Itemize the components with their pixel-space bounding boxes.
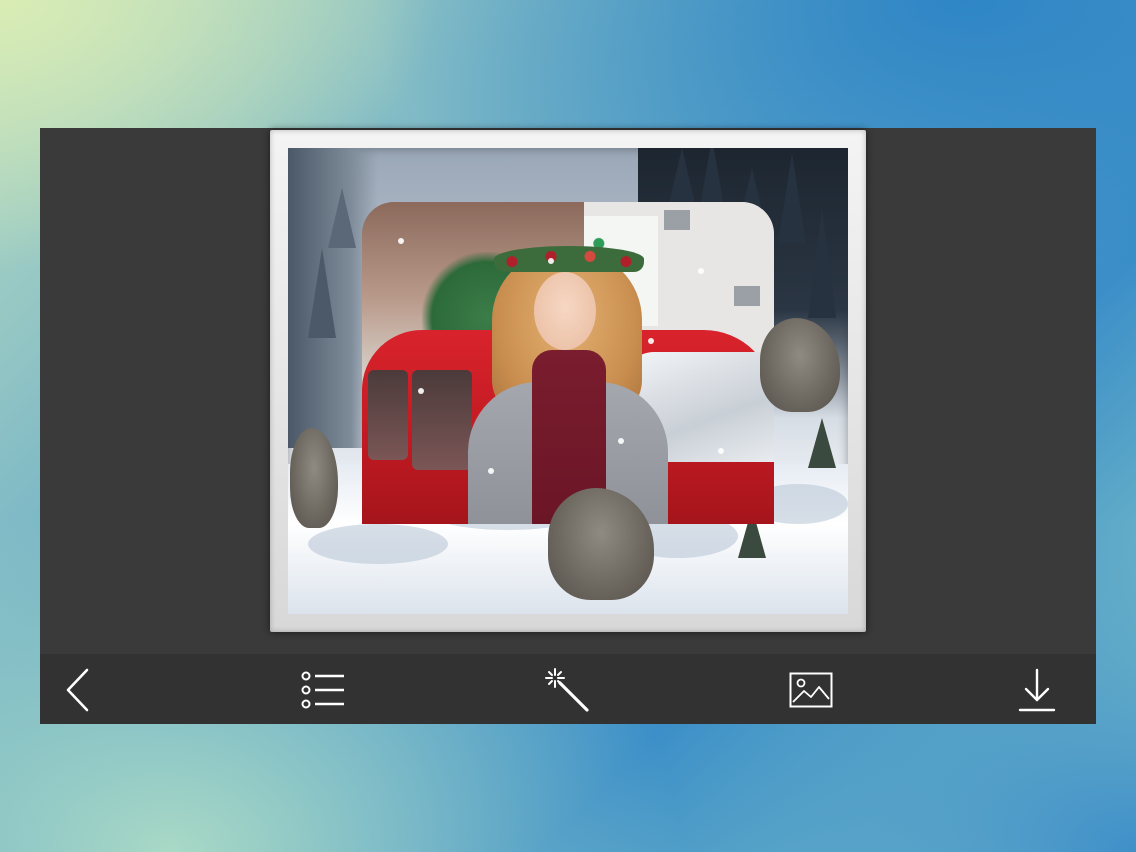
flower-wreath — [494, 246, 644, 272]
pine-tree — [668, 148, 696, 208]
pine-tree — [778, 153, 806, 243]
photo-frame — [270, 130, 866, 632]
gallery-button[interactable] — [787, 666, 835, 714]
pine-tree — [308, 248, 336, 338]
frames-list-button[interactable] — [299, 666, 347, 714]
user-photo[interactable] — [362, 202, 774, 524]
snowy-pine — [808, 418, 836, 468]
snowflake — [398, 238, 404, 244]
photo-editor-window — [40, 128, 1096, 724]
download-button[interactable] — [1013, 666, 1061, 714]
download-icon — [1018, 668, 1056, 712]
magic-wand-icon — [545, 668, 589, 712]
effects-button[interactable] — [543, 666, 591, 714]
list-icon — [301, 671, 344, 709]
snowflake — [488, 468, 494, 474]
snowflake — [698, 268, 704, 274]
woman-figure — [458, 232, 678, 524]
pine-tree — [328, 188, 356, 248]
car-window — [368, 370, 408, 460]
image-icon — [789, 672, 833, 708]
snowflake — [648, 338, 654, 344]
face — [534, 272, 596, 350]
chevron-left-icon — [66, 668, 89, 712]
back-button[interactable] — [54, 666, 102, 714]
bottom-toolbar — [40, 654, 1096, 724]
canvas-area — [40, 128, 1096, 654]
pine-tree — [808, 208, 836, 318]
frame-scene — [288, 148, 848, 614]
snowflake — [718, 448, 724, 454]
house-window — [664, 210, 690, 230]
snowflake — [418, 388, 424, 394]
house-window — [734, 286, 760, 306]
snowflake — [618, 438, 624, 444]
snow-drift — [308, 524, 448, 564]
snowflake — [548, 258, 554, 264]
